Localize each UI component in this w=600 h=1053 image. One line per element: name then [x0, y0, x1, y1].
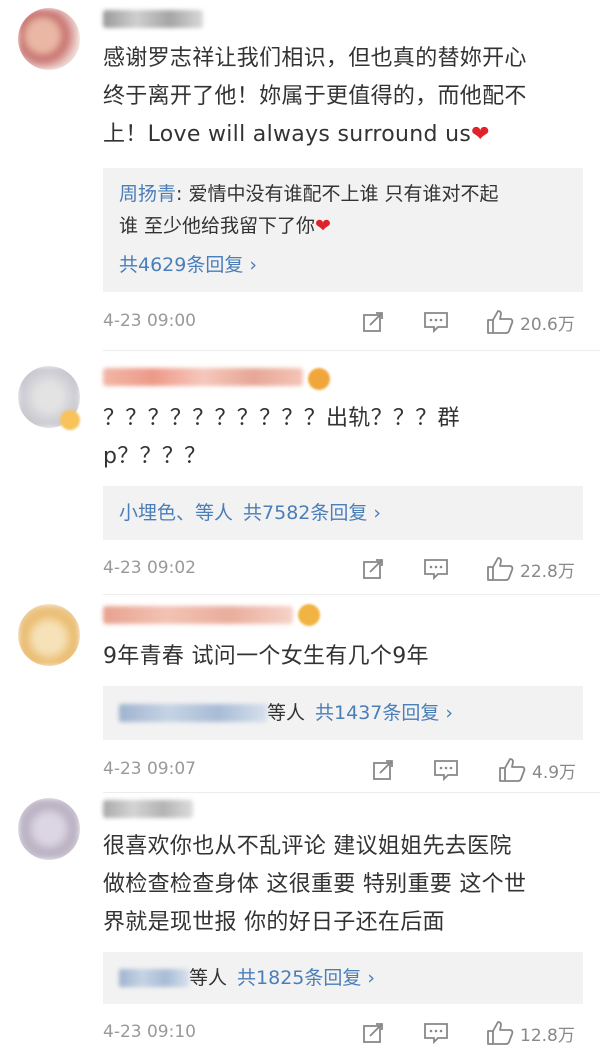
comment-time: 4-23 09:02	[103, 558, 196, 578]
reply-names[interactable]: 小埋色、等人	[119, 498, 233, 528]
comment-time: 4-23 09:07	[103, 759, 196, 779]
comment-meta: 4-23 09:02 22.8万	[103, 554, 583, 584]
reply-box[interactable]: 小埋色、等人 共7582条回复 ›	[103, 486, 583, 540]
divider	[103, 350, 600, 351]
comment-time: 4-23 09:10	[103, 1022, 196, 1042]
comment-button[interactable]	[423, 1018, 449, 1048]
comment-text: 很喜欢你也从不乱评论 建议姐姐先去医院 做检查检查身体 这很重要 特别重要 这个…	[103, 828, 588, 942]
comment-icon	[424, 1023, 448, 1045]
reply-names-suffix[interactable]: 等人	[267, 698, 305, 728]
like-button[interactable]: 4.9万	[498, 755, 576, 785]
reply-text-line: 谁 至少他给我留下了你	[119, 215, 316, 237]
like-count: 20.6万	[520, 314, 575, 335]
comment-text-line: 界就是现世报 你的好日子还在后面	[103, 910, 445, 935]
divider	[103, 792, 600, 793]
comment-text-line: 9年青春 试问一个女生有几个9年	[103, 644, 429, 669]
reply-box[interactable]: 等人 共1825条回复 ›	[103, 952, 583, 1004]
reply-names-blurred[interactable]	[119, 969, 189, 987]
avatar[interactable]	[18, 8, 80, 70]
like-icon	[487, 1021, 514, 1045]
divider	[103, 594, 600, 595]
comment-text: ？？？？？？？？？？出轨？？？群 p？？？？	[103, 400, 588, 476]
like-count: 22.8万	[520, 561, 575, 582]
comment-text: 感谢罗志祥让我们相识，但也真的替妳开心 终于离开了他！妳属于更值得的，而他配不 …	[103, 40, 588, 154]
comment-icon	[434, 760, 458, 782]
reply-text: 周扬青: 爱情中没有谁配不上谁 只有谁对不起	[119, 178, 569, 210]
reply-box[interactable]: 周扬青: 爱情中没有谁配不上谁 只有谁对不起 谁 至少他给我留下了你❤ 共462…	[103, 168, 583, 292]
like-button[interactable]: 22.8万	[486, 554, 575, 584]
like-icon	[487, 310, 514, 334]
avatar[interactable]	[18, 604, 80, 666]
comment-text-line: 上！Love will always surround us	[103, 122, 472, 147]
comment-text-line: ？？？？？？？？？？出轨？？？群	[103, 406, 460, 431]
comment-text-line: 感谢罗志祥让我们相识，但也真的替妳开心	[103, 46, 527, 71]
like-count: 4.9万	[532, 762, 577, 783]
share-button[interactable]	[361, 554, 385, 584]
share-button[interactable]	[371, 755, 395, 785]
username[interactable]	[103, 606, 293, 624]
comment-text: 9年青春 试问一个女生有几个9年	[103, 638, 588, 676]
share-icon	[363, 559, 383, 579]
share-button[interactable]	[361, 307, 385, 337]
comment-meta: 4-23 09:00 20.6万	[103, 307, 583, 337]
username[interactable]	[103, 368, 303, 386]
like-icon	[487, 557, 514, 581]
comment-time: 4-23 09:00	[103, 311, 196, 331]
reply-count-link[interactable]: 共7582条回复 ›	[243, 498, 381, 528]
comment-text-line: 终于离开了他！妳属于更值得的，而他配不	[103, 84, 527, 109]
username[interactable]	[103, 800, 193, 818]
comment-icon	[424, 312, 448, 334]
like-button[interactable]: 20.6万	[486, 307, 575, 337]
comment-text-line: 做检查检查身体 这很重要 特别重要 这个世	[103, 872, 527, 897]
comment-icon	[424, 559, 448, 581]
reply-author[interactable]: 周扬青	[119, 183, 176, 205]
comment-button[interactable]	[433, 755, 459, 785]
heart-icon: ❤	[471, 122, 490, 147]
reply-separator: :	[176, 183, 189, 205]
verified-badge	[60, 410, 80, 430]
share-icon	[363, 1023, 383, 1043]
like-count: 12.8万	[520, 1025, 575, 1046]
reply-text-line: 爱情中没有谁配不上谁 只有谁对不起	[188, 183, 499, 205]
reply-text: 谁 至少他给我留下了你❤	[119, 210, 569, 242]
username[interactable]	[103, 10, 203, 28]
emoji-icon	[308, 368, 330, 390]
like-icon	[499, 758, 526, 782]
reply-names-suffix[interactable]: 等人	[189, 963, 227, 993]
like-button[interactable]: 12.8万	[486, 1018, 575, 1048]
comment-meta: 4-23 09:10 12.8万	[103, 1018, 583, 1048]
comment-button[interactable]	[423, 307, 449, 337]
comment-meta: 4-23 09:07 4.9万	[103, 755, 583, 785]
heart-icon: ❤	[315, 215, 331, 237]
emoji-icon	[298, 604, 320, 626]
comment-button[interactable]	[423, 554, 449, 584]
reply-box[interactable]: 等人 共1437条回复 ›	[103, 686, 583, 740]
comment-text-line: p？？？？	[103, 444, 207, 469]
share-icon	[363, 312, 383, 332]
reply-count-link[interactable]: 共4629条回复 ›	[119, 250, 569, 280]
avatar[interactable]	[18, 798, 80, 860]
reply-names-blurred[interactable]	[119, 704, 267, 722]
share-button[interactable]	[361, 1018, 385, 1048]
share-icon	[373, 760, 393, 780]
comment-text-line: 很喜欢你也从不乱评论 建议姐姐先去医院	[103, 834, 512, 859]
reply-count-link[interactable]: 共1437条回复 ›	[315, 698, 453, 728]
reply-count-link[interactable]: 共1825条回复 ›	[237, 963, 375, 993]
